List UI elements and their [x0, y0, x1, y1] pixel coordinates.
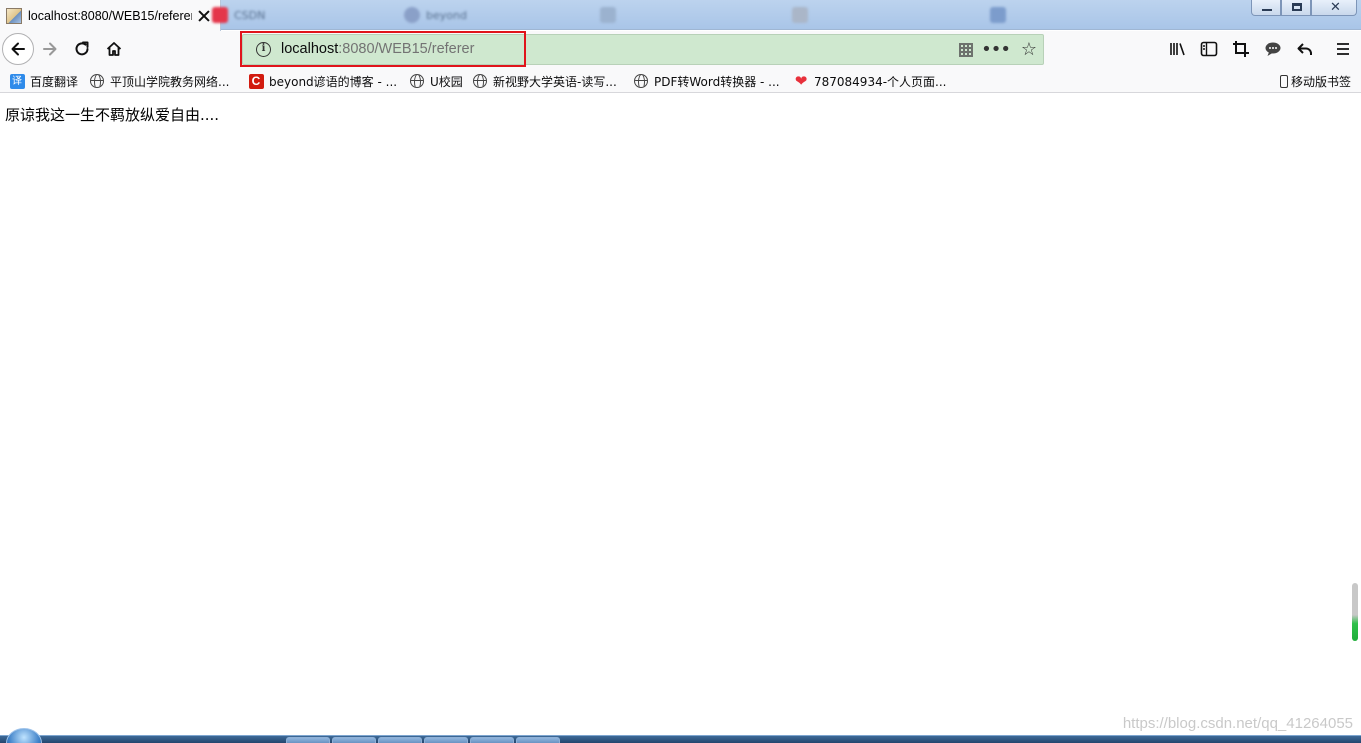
library-icon [1170, 43, 1185, 56]
phone-icon [1279, 73, 1289, 89]
csdn-icon: C [248, 73, 264, 89]
bookmark-item[interactable]: C beyond谚语的博客 - ... [248, 72, 397, 90]
undo-icon [1297, 43, 1312, 55]
heart-icon: ❤ [794, 71, 808, 90]
page-body-text: 原谅我这一生不羁放纵爱自由.... [5, 106, 220, 124]
globe-icon [472, 73, 488, 89]
menu-button[interactable] [1332, 38, 1354, 60]
tab-title: localhost:8080/WEB15/referer [28, 8, 192, 23]
taskbar-button[interactable] [424, 737, 468, 743]
browser-window: localhost:8080/WEB15/referer CSDN beyond… [0, 0, 1361, 743]
menu-icon [1337, 43, 1349, 55]
taskbar-button[interactable] [470, 737, 514, 743]
scroll-indicator[interactable] [1352, 583, 1358, 641]
taskbar-button[interactable] [516, 737, 560, 743]
tab-favicon-icon [212, 7, 228, 23]
url-highlight-annotation [240, 31, 526, 67]
tab-close-icon[interactable] [196, 8, 212, 24]
background-tab[interactable]: beyond [404, 5, 467, 25]
mobile-bookmarks[interactable]: 移动版书签 [1279, 72, 1351, 90]
bookmark-label: 百度翻译 [30, 74, 79, 89]
background-tab-label: CSDN [234, 8, 266, 22]
globe-icon [89, 73, 105, 89]
tab-favicon-icon [792, 7, 808, 23]
taskbar [0, 735, 1361, 743]
watermark: https://blog.csdn.net/qq_41264055 [1122, 715, 1353, 732]
taskbar-button[interactable] [332, 737, 376, 743]
home-icon [106, 42, 122, 56]
tab-strip: localhost:8080/WEB15/referer CSDN beyond… [0, 0, 1361, 31]
home-button[interactable] [100, 35, 128, 63]
close-icon: ✕ [1330, 0, 1341, 15]
undo-button[interactable] [1294, 38, 1316, 60]
bookmark-item[interactable]: 译 百度翻译 [9, 72, 78, 90]
taskbar-button[interactable] [286, 737, 330, 743]
reload-icon [75, 41, 89, 56]
background-tab[interactable]: CSDN [212, 5, 265, 25]
page-icon [6, 7, 22, 24]
back-arrow-icon [11, 42, 25, 56]
globe-icon [633, 73, 649, 89]
bookmark-item[interactable]: 新视野大学英语-读写... [472, 72, 617, 90]
chat-button[interactable] [1262, 38, 1284, 60]
screenshot-button[interactable] [1230, 38, 1252, 60]
page-content: 原谅我这一生不羁放纵爱自由.... [0, 94, 1361, 735]
forward-button[interactable] [36, 35, 64, 63]
reload-button[interactable] [68, 35, 96, 63]
background-tab[interactable] [990, 5, 1006, 25]
taskbar-button[interactable] [378, 737, 422, 743]
window-controls: ✕ [1251, 0, 1357, 16]
fanyi-icon: 译 [9, 73, 25, 89]
tab-favicon-icon [600, 7, 616, 23]
chat-icon [1265, 42, 1281, 56]
bookmark-star-icon[interactable]: ☆ [1021, 39, 1037, 60]
maximize-button[interactable] [1281, 0, 1311, 16]
bookmark-label: U校园 [430, 74, 463, 89]
bookmark-label: beyond谚语的博客 - ... [269, 74, 398, 89]
bookmark-item[interactable]: PDF转Word转换器 - ... [633, 72, 780, 90]
tab-active[interactable]: localhost:8080/WEB15/referer [0, 0, 221, 31]
bookmarks-toolbar: 译 百度翻译 平顶山学院教务网络... C beyond谚语的博客 - ... … [0, 68, 1361, 93]
background-tab[interactable] [600, 5, 616, 25]
maximize-icon [1292, 3, 1302, 11]
background-tab[interactable] [792, 5, 808, 25]
background-tab-label: beyond [426, 8, 467, 22]
bookmark-item[interactable]: U校园 [409, 72, 463, 90]
globe-icon [409, 73, 425, 89]
more-actions-icon[interactable]: ••• [981, 39, 1011, 60]
bookmark-label: 平顶山学院教务网络... [110, 74, 230, 89]
minimize-button[interactable] [1251, 0, 1281, 16]
tab-favicon-icon [404, 7, 420, 23]
close-window-button[interactable]: ✕ [1311, 0, 1357, 16]
mobile-bookmarks-label: 移动版书签 [1291, 74, 1352, 89]
crop-icon [1233, 41, 1249, 57]
minimize-icon [1262, 9, 1272, 11]
bookmark-item[interactable]: ❤ 787084934-个人页面... [793, 72, 947, 90]
sidebar-button[interactable] [1198, 38, 1220, 60]
library-button[interactable] [1167, 38, 1189, 60]
tab-favicon-icon [990, 7, 1006, 23]
bookmark-label: PDF转Word转换器 - ... [654, 74, 780, 89]
forward-arrow-icon [43, 42, 57, 56]
bookmark-item[interactable]: 平顶山学院教务网络... [89, 72, 229, 90]
qr-code-icon[interactable] [959, 43, 973, 57]
bookmark-label: 787084934-个人页面... [814, 74, 947, 89]
navigation-toolbar: i localhost:8080/WEB15/referer ••• ☆ [0, 31, 1361, 68]
back-button[interactable] [2, 33, 34, 65]
bookmark-label: 新视野大学英语-读写... [493, 74, 617, 89]
sidebar-icon [1200, 41, 1218, 57]
